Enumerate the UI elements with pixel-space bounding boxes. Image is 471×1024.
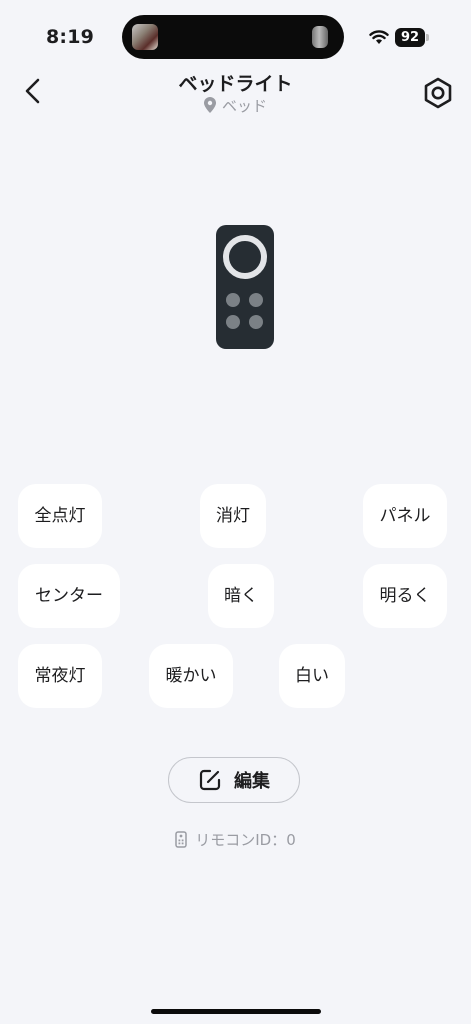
- remote-control-illustration: [216, 225, 274, 349]
- edit-button[interactable]: 編集: [168, 757, 300, 803]
- brighten-button[interactable]: 明るく: [363, 564, 447, 628]
- dim-button[interactable]: 暗く: [208, 564, 274, 628]
- battery-indicator: 92: [395, 28, 425, 47]
- remote-id-info: リモコンID：0: [0, 829, 471, 850]
- now-playing-thumbnail: [132, 24, 158, 50]
- remote-key: [249, 315, 263, 329]
- room-name: ベッド: [221, 97, 267, 115]
- battery-nub: [426, 34, 429, 41]
- homepod-icon: [312, 26, 328, 48]
- panel-button[interactable]: パネル: [363, 484, 447, 548]
- remote-key: [226, 315, 240, 329]
- white-button[interactable]: 白い: [279, 644, 345, 708]
- warm-button[interactable]: 暖かい: [149, 644, 233, 708]
- edit-label: 編集: [234, 771, 270, 792]
- remote-icon: [175, 831, 187, 848]
- page-title: ベッドライト: [178, 73, 293, 95]
- remote-dial: [223, 235, 267, 279]
- dynamic-island: [122, 15, 344, 59]
- wifi-icon: [369, 30, 389, 44]
- remote-key: [249, 293, 263, 307]
- center-button[interactable]: センター: [18, 564, 120, 628]
- all-light-button[interactable]: 全点灯: [18, 484, 102, 548]
- home-indicator[interactable]: [151, 1009, 321, 1014]
- settings-icon[interactable]: [421, 76, 455, 110]
- remote-id-label: リモコンID：0: [195, 831, 296, 849]
- status-time: 8:19: [46, 26, 95, 48]
- edit-icon: [199, 769, 221, 791]
- room-label: ベッド: [0, 95, 471, 116]
- location-pin-icon: [203, 97, 216, 113]
- off-button[interactable]: 消灯: [200, 484, 266, 548]
- night-light-button[interactable]: 常夜灯: [18, 644, 102, 708]
- remote-key: [226, 293, 240, 307]
